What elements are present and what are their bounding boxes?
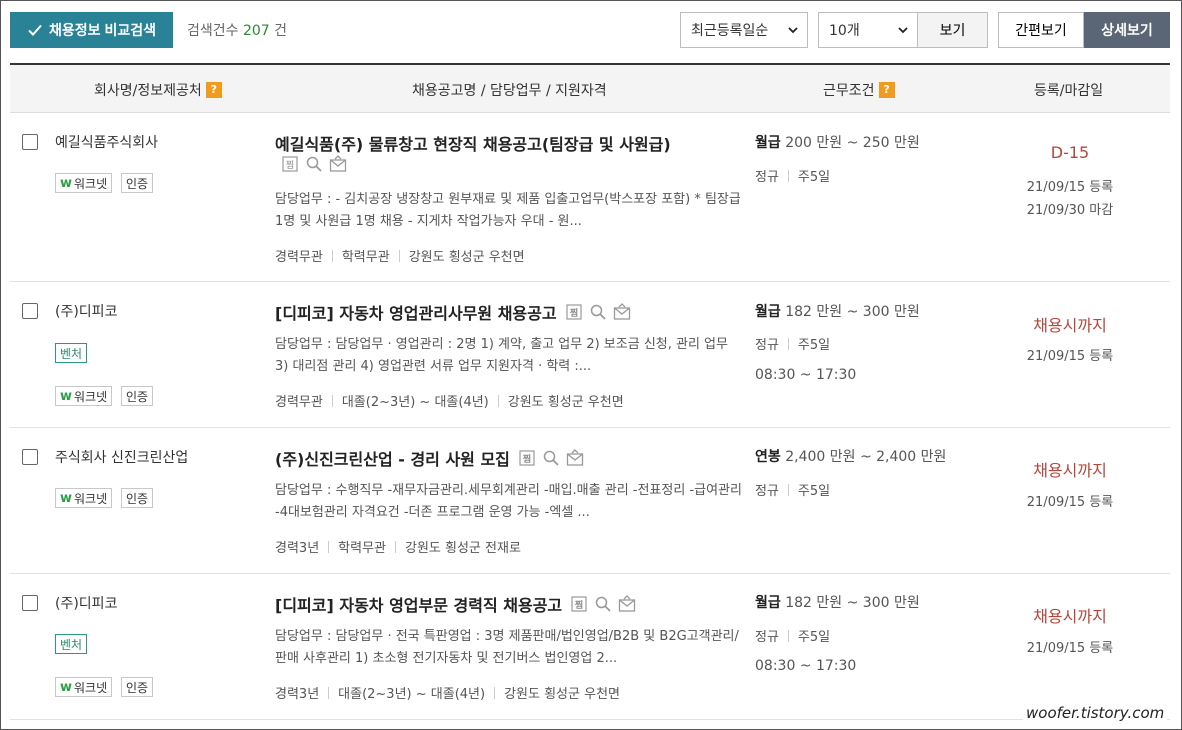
work-conditions: 정규 주5일 <box>755 338 831 353</box>
header-condition: 근무조건 ? <box>823 80 895 100</box>
simple-view-button[interactable]: 간편보기 <box>998 12 1084 48</box>
job-action-icons: 찜 <box>565 303 631 321</box>
help-icon[interactable]: ? <box>205 82 222 98</box>
deadline-status: 채용시까지 <box>1033 316 1107 335</box>
table-row: (주)디피코 벤처 w 워크넷 인증 [디피코] 자동차 영업관리사무원 채용공고… <box>10 282 1170 428</box>
company-name[interactable]: (주)디피코 <box>55 593 117 613</box>
search-icon[interactable] <box>542 449 560 467</box>
worknet-badge: w 워크넷 <box>55 677 113 697</box>
header-company: 회사명/정보제공처 ? <box>94 80 222 100</box>
search-icon[interactable] <box>594 595 612 613</box>
table-row: 주식회사 신진크린산업 w 워크넷 인증 (주)신진크린산업 - 경리 사원 모집… <box>10 428 1170 574</box>
job-duty: 담당업무 : 담당업무 · 영업관리 : 2명 1) 계약, 출고 업무 2) … <box>275 337 728 374</box>
result-count-number: 207 <box>242 23 270 39</box>
company-name[interactable]: 예길식품주식회사 <box>55 132 158 152</box>
watermark: woofer.tistory.com <box>1023 704 1168 722</box>
compare-search-button[interactable]: 채용정보 비교검색 <box>10 12 173 48</box>
view-button[interactable]: 보기 <box>917 12 988 48</box>
row-checkbox[interactable] <box>22 134 38 150</box>
job-title[interactable]: (주)신진크린산업 - 경리 사원 모집 찜 <box>275 446 584 470</box>
job-requirements: 경력3년 대졸(2~3년) ~ 대졸(4년) 강원도 횡성군 우천면 <box>275 687 620 702</box>
salary: 월급 200 만원 ~ 250 만원 <box>755 135 920 151</box>
check-icon <box>28 24 42 36</box>
work-conditions: 정규 주5일 <box>755 484 831 499</box>
compare-search-label: 채용정보 비교검색 <box>49 22 156 38</box>
worknet-badge: w 워크넷 <box>55 488 113 508</box>
salary: 월급 182 만원 ~ 300 만원 <box>755 304 920 320</box>
company-name[interactable]: 주식회사 신진크린산업 <box>55 447 188 467</box>
help-icon[interactable]: ? <box>878 82 895 98</box>
job-action-icons: 찜 <box>281 155 347 173</box>
certified-badge: 인증 <box>121 173 154 193</box>
row-checkbox[interactable] <box>22 595 38 611</box>
svg-text:찜: 찜 <box>569 308 577 319</box>
mail-icon[interactable] <box>329 155 347 173</box>
venture-badge: 벤처 <box>55 634 88 654</box>
chevron-down-icon <box>788 27 798 34</box>
job-requirements: 경력무관 대졸(2~3년) ~ 대졸(4년) 강원도 횡성군 우천면 <box>275 395 624 410</box>
detail-view-button[interactable]: 상세보기 <box>1084 12 1170 48</box>
job-duty: 담당업무 : 수행직무 -재무자금관리.세무회계관리 -매입.매출 관리 -전표… <box>275 483 742 520</box>
chevron-down-icon <box>898 27 908 34</box>
scrap-icon[interactable]: 찜 <box>518 449 536 467</box>
job-title[interactable]: [디피코] 자동차 영업관리사무원 채용공고 찜 <box>275 300 631 324</box>
header-date: 등록/마감일 <box>1034 83 1104 99</box>
scrap-icon[interactable]: 찜 <box>281 155 299 173</box>
svg-text:찜: 찜 <box>286 160 294 171</box>
work-conditions: 정규 주5일 <box>755 170 831 185</box>
search-icon[interactable] <box>305 155 323 173</box>
worknet-badge: w 워크넷 <box>55 173 113 193</box>
certified-badge: 인증 <box>121 488 154 508</box>
svg-text:찜: 찜 <box>523 454 531 465</box>
job-action-icons: 찜 <box>570 595 636 613</box>
job-action-icons: 찜 <box>518 449 584 467</box>
job-duty: 담당업무 : - 김치공장 냉장창고 원부재료 및 제품 입출고업무(박스포장 … <box>275 192 741 229</box>
search-icon[interactable] <box>589 303 607 321</box>
header-title: 채용공고명 / 담당업무 / 지원자격 <box>412 83 607 99</box>
registered-date: 21/09/15 등록 <box>1026 495 1114 510</box>
table-row: 예길식품주식회사 w 워크넷 인증 예길식품(주) 물류창고 현장직 채용공고(팀… <box>10 113 1170 282</box>
company-name[interactable]: (주)디피코 <box>55 301 117 321</box>
count-select[interactable]: 10개 <box>818 12 918 48</box>
table-header: 회사명/정보제공처 ? 채용공고명 / 담당업무 / 지원자격 근무조건 ? 등… <box>10 63 1170 113</box>
scrap-icon[interactable]: 찜 <box>570 595 588 613</box>
certified-badge: 인증 <box>121 677 154 697</box>
mail-icon[interactable] <box>566 449 584 467</box>
work-conditions: 정규 주5일 <box>755 630 831 645</box>
salary: 연봉 2,400 만원 ~ 2,400 만원 <box>755 449 947 465</box>
table-row: (주)디피코 벤처 w 워크넷 인증 [디피코] 자동차 영업부문 경력직 채용공… <box>10 574 1170 720</box>
worknet-badge: w 워크넷 <box>55 386 113 406</box>
closing-date: 21/09/30 마감 <box>1026 203 1114 218</box>
svg-text:찜: 찜 <box>575 600 583 611</box>
mail-icon[interactable] <box>618 595 636 613</box>
venture-badge: 벤처 <box>55 343 88 363</box>
scrap-icon[interactable]: 찜 <box>565 303 583 321</box>
job-requirements: 경력3년 학력무관 강원도 횡성군 전재로 <box>275 541 521 556</box>
deadline-status: D-15 <box>1050 143 1090 162</box>
job-title[interactable]: [디피코] 자동차 영업부문 경력직 채용공고 찜 <box>275 592 636 616</box>
registered-date: 21/09/15 등록 <box>1026 180 1114 195</box>
registered-date: 21/09/15 등록 <box>1026 641 1114 656</box>
work-hours: 08:30 ~ 17:30 <box>755 658 857 674</box>
job-requirements: 경력무관 학력무관 강원도 횡성군 우천면 <box>275 250 525 265</box>
registered-date: 21/09/15 등록 <box>1026 349 1114 364</box>
result-count: 검색건수 207 건 <box>187 23 288 39</box>
job-title[interactable]: 예길식품(주) 물류창고 현장직 채용공고(팀장급 및 사원급) <box>275 131 679 155</box>
salary: 월급 182 만원 ~ 300 만원 <box>755 595 920 611</box>
certified-badge: 인증 <box>121 386 154 406</box>
row-checkbox[interactable] <box>22 303 38 319</box>
row-checkbox[interactable] <box>22 449 38 465</box>
deadline-status: 채용시까지 <box>1033 461 1107 480</box>
mail-icon[interactable] <box>613 303 631 321</box>
deadline-status: 채용시까지 <box>1033 607 1107 626</box>
sort-select[interactable]: 최근등록일순 <box>680 12 808 48</box>
work-hours: 08:30 ~ 17:30 <box>755 367 857 383</box>
job-duty: 담당업무 : 담당업무 · 전국 특판영업 : 3명 제품판매/법인영업/B2B… <box>275 629 739 666</box>
